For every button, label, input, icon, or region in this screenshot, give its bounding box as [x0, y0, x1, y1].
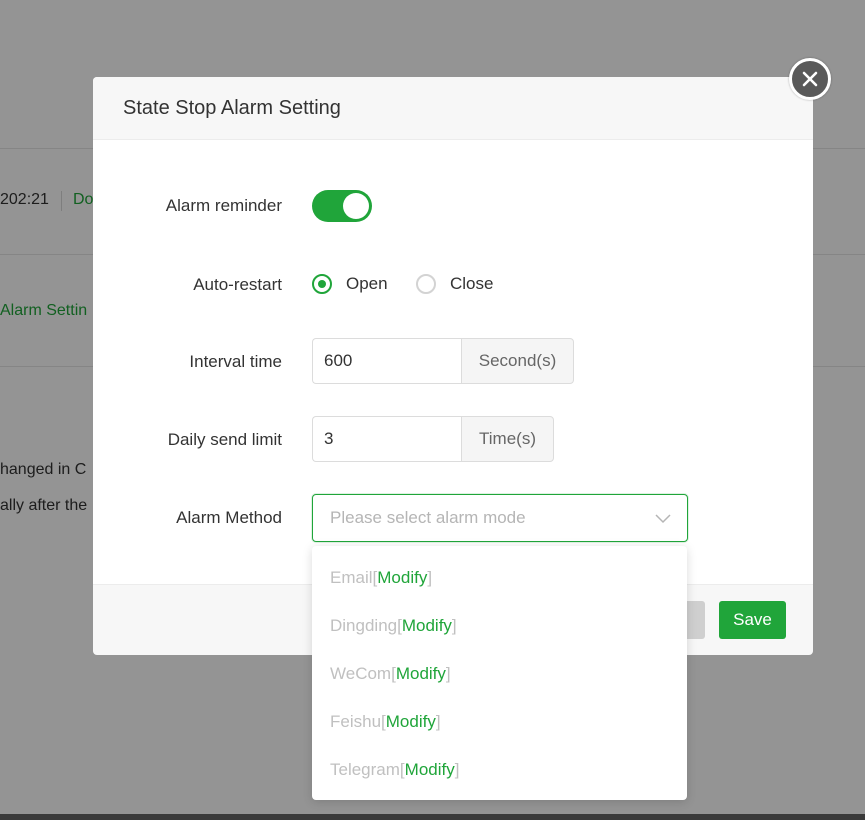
daily-send-limit-unit: Time(s) — [461, 416, 554, 462]
dialog-title: State Stop Alarm Setting — [123, 97, 341, 119]
alarm-method-dropdown: Email[Modify] Dingding[Modify] WeCom[Mod… — [312, 546, 687, 800]
radio-open[interactable]: Open — [312, 274, 388, 294]
dropdown-option-telegram[interactable]: Telegram[Modify] — [330, 746, 459, 794]
daily-send-limit-label: Daily send limit — [167, 430, 282, 449]
dropdown-option-dingding[interactable]: Dingding[Modify] — [330, 602, 457, 650]
alarm-reminder-label: Alarm reminder — [165, 196, 282, 215]
interval-time-unit: Second(s) — [461, 338, 574, 384]
close-icon — [802, 71, 818, 87]
bracket: ] — [435, 712, 441, 731]
bracket: ] — [451, 616, 457, 635]
radio-close[interactable]: Close — [416, 274, 493, 294]
alarm-method-label: Alarm Method — [176, 508, 282, 527]
modify-link[interactable]: Modify — [396, 664, 446, 683]
option-name: Dingding — [330, 616, 398, 635]
auto-restart-label: Auto-restart — [193, 275, 282, 294]
alarm-method-row: Alarm Method Please select alarm mode — [93, 494, 813, 542]
toggle-knob — [343, 193, 369, 219]
radio-open-label: Open — [346, 274, 388, 293]
daily-send-limit-row: Daily send limit 3 Time(s) — [93, 416, 813, 464]
dropdown-option-feishu[interactable]: Feishu[Modify] — [330, 698, 441, 746]
close-button[interactable] — [789, 58, 831, 100]
daily-send-limit-group: 3 Time(s) — [312, 416, 554, 462]
modify-link[interactable]: Modify — [377, 568, 427, 587]
alarm-reminder-row: Alarm reminder — [93, 182, 813, 230]
interval-time-row: Interval time 600 Second(s) — [93, 338, 813, 386]
interval-time-input[interactable]: 600 — [312, 338, 461, 384]
radio-unchecked-icon — [416, 274, 436, 294]
modify-link[interactable]: Modify — [386, 712, 436, 731]
dropdown-option-email[interactable]: Email[Modify] — [330, 554, 432, 602]
option-name: Email — [330, 568, 373, 587]
auto-restart-row: Auto-restart Open Close — [93, 261, 813, 309]
option-name: Feishu — [330, 712, 382, 731]
dropdown-option-wecom[interactable]: WeCom[Modify] — [330, 650, 451, 698]
bracket: ] — [427, 568, 433, 587]
alarm-method-select[interactable]: Please select alarm mode — [312, 494, 688, 542]
chevron-down-icon — [655, 514, 671, 524]
alarm-reminder-toggle[interactable] — [312, 190, 372, 222]
save-button[interactable]: Save — [719, 601, 786, 639]
interval-time-label: Interval time — [189, 352, 282, 371]
daily-send-limit-input[interactable]: 3 — [312, 416, 461, 462]
modify-link[interactable]: Modify — [402, 616, 452, 635]
bottom-bar — [0, 814, 865, 820]
dialog-header: State Stop Alarm Setting — [93, 77, 813, 140]
bracket: ] — [454, 760, 460, 779]
radio-checked-icon — [312, 274, 332, 294]
radio-close-label: Close — [450, 274, 494, 293]
option-name: WeCom — [330, 664, 392, 683]
alarm-method-placeholder: Please select alarm mode — [330, 508, 526, 527]
modify-link[interactable]: Modify — [405, 760, 455, 779]
interval-time-group: 600 Second(s) — [312, 338, 574, 384]
option-name: Telegram — [330, 760, 400, 779]
bracket: ] — [445, 664, 451, 683]
